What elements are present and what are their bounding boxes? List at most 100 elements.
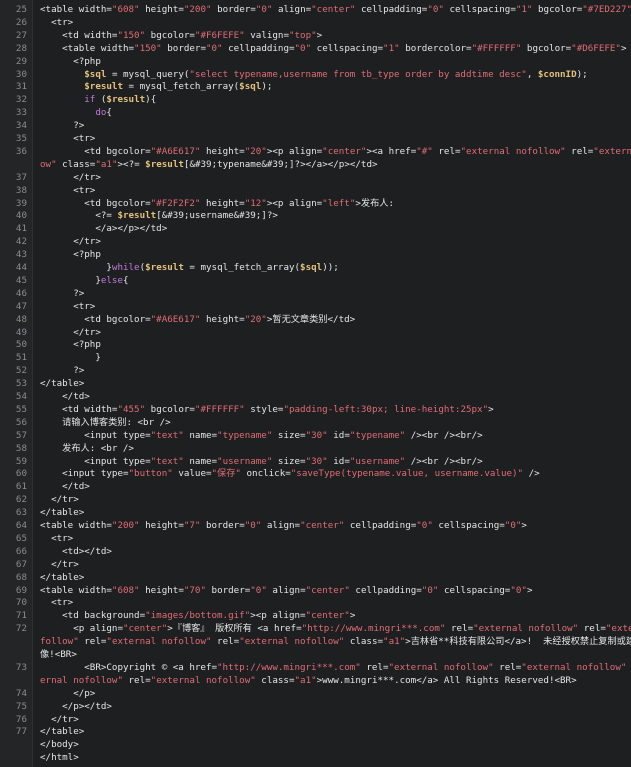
code-line[interactable]: 38 <tr> [0,184,631,197]
code-token: </p></td> [40,700,112,712]
code-token: $result [106,94,146,106]
code-token: "1" [515,4,533,15]
code-line[interactable]: 48 <td bgcolor="#A6E617" height="20">暂无文… [0,313,631,326]
code-line[interactable]: 74 </p> [0,687,631,700]
code-token: /><br /><br/> [405,455,483,467]
code-token: ><p align= [266,197,323,209]
code-line[interactable]: 42 </tr> [0,235,631,248]
code-line[interactable]: 58 发布人: <br /> [0,442,631,455]
code-line[interactable]: </html> [0,751,631,764]
code-line[interactable]: 44 }while($result = mysql_fetch_array($s… [0,261,631,274]
code-token: name= [183,455,218,467]
code-line[interactable]: 51 } [0,351,631,364]
code-line[interactable]: 65 <tr> [0,532,631,545]
line-number: 69 [15,584,27,596]
code-line[interactable]: 61 </td> [0,480,631,493]
code-line[interactable]: 28 <table width="150" border="0" cellpad… [0,42,631,55]
code-line[interactable]: 26 <tr> [0,16,631,29]
code-token: > [488,403,494,415]
code-token: "0" [250,584,267,596]
code-token: >www.mingri***.com</a> All Rights Reserv… [316,674,577,686]
code-line[interactable]: 43 <?php [0,248,631,261]
line-number: 56 [15,416,27,428]
code-text: <table width="150" border="0" cellpaddin… [40,42,626,55]
code-text: </table> [40,571,84,584]
code-line[interactable]: 60 <input type="button" value="保存" oncli… [0,467,631,480]
line-number: 64 [15,520,27,531]
code-line[interactable]: 68 </table> [0,571,631,584]
code-token: [&#39;typename&#39;]?></a></p></td> [183,158,378,170]
code-line[interactable]: 55 <td width="455" bgcolor="#FFFFFF" sty… [0,403,631,416]
code-token: "0" [255,4,273,15]
code-line[interactable]: follow" rel="external nofollow" rel="ext… [0,635,631,648]
code-text: </table> [40,506,84,519]
code-line[interactable]: 33 do{ [0,106,631,119]
code-line[interactable]: 36 <td bgcolor="#A6E617" height="20"><p … [0,145,631,158]
code-line[interactable]: </body> [0,738,631,751]
code-token: ><a href= [366,145,417,157]
code-line[interactable]: 45 }else{ [0,274,631,287]
code-line[interactable]: 69 <table width="608" height="70" border=… [0,584,631,597]
code-line[interactable]: 50 <?php [0,338,631,351]
code-line[interactable]: 52 ?> [0,364,631,377]
code-token: <tr> [40,532,74,544]
code-line[interactable]: 37 </tr> [0,171,631,184]
code-line[interactable]: 73 <BR>Copyright © <a href="http://www.m… [0,661,631,674]
code-line[interactable]: 72 <p align="center">『博客』 版权所有 <a href="… [0,622,631,635]
code-line[interactable]: 63 </table> [0,506,631,519]
line-number: 26 [15,16,27,28]
code-line[interactable]: 像!<BR> [0,648,631,661]
code-line[interactable]: 29 <?php [0,55,631,68]
code-line[interactable]: 30 $sql = mysql_query("select typename,u… [0,68,631,81]
code-token: "200" [111,520,140,531]
code-line[interactable]: 67 </tr> [0,558,631,571]
code-line[interactable]: 64 <table width="200" height="7" border="… [0,519,631,532]
code-line[interactable]: ow" class="a1"><?= $result[&#39;typename… [0,158,631,171]
code-token: "150" [117,29,146,41]
code-line[interactable]: 77 </table> [0,725,631,738]
code-token: rel= [445,623,474,635]
code-line[interactable]: 40 <?= $result[&#39;username&#39;]?> [0,209,631,222]
code-token: "150" [134,42,162,54]
line-number: 72 [15,623,27,635]
line-number: 63 [15,507,27,519]
code-line[interactable]: 49 </tr> [0,326,631,339]
code-line[interactable]: 35 <tr> [0,132,631,145]
code-line[interactable]: 70 <tr> [0,596,631,609]
code-token: <td width= [40,403,118,415]
code-token: $connID [537,68,577,80]
code-token: </tr> [40,713,79,725]
code-line[interactable]: 47 <tr> [0,300,631,313]
code-line[interactable]: 59 <input type="text" name="username" si… [0,455,631,468]
code-line[interactable]: 25 <table width="608" height="200" border… [0,3,631,16]
code-token: "external nofollow" [521,661,627,673]
code-token: <?php [40,339,101,351]
code-line[interactable]: 54 </td> [0,390,631,403]
code-token: bgcolor= [521,42,572,54]
code-line[interactable]: 39 <td bgcolor="#F2F2F2" height="12"><p … [0,197,631,210]
code-line[interactable]: 75 </p></td> [0,700,631,713]
code-line[interactable]: 66 <td></td> [0,545,631,558]
code-line[interactable]: 62 </tr> [0,493,631,506]
code-line[interactable]: 32 if ($result){ [0,93,631,106]
code-line[interactable]: 31 $result = mysql_fetch_array($sql); [0,80,631,93]
code-token: ){ [145,94,157,106]
code-line[interactable]: ernal nofollow" rel="external nofollow" … [0,674,631,687]
code-line[interactable]: 41 </a></p></td> [0,222,631,235]
code-line[interactable]: 76 </tr> [0,713,631,726]
code-editor[interactable]: 25 <table width="608" height="200" border… [0,0,631,767]
code-token: size= [272,429,306,441]
code-line[interactable]: 56 请输入博客类别: <br /> [0,416,631,429]
code-token: = mysql_fetch_array( [183,262,301,273]
code-token: <tr> [40,597,74,609]
code-line[interactable]: 34 ?> [0,119,631,132]
code-line[interactable]: 53 </table> [0,377,631,390]
code-line[interactable]: 46 ?> [0,287,631,300]
code-line[interactable]: 57 <input type="text" name="typename" si… [0,429,631,442]
code-line[interactable]: 27 <td width="150" bgcolor="#F6FEFE" val… [0,29,631,42]
code-token: style= [244,403,284,415]
code-token: </tr> [40,558,79,570]
code-line[interactable]: 71 <td background="images/bottom.gif"><p… [0,609,631,622]
line-number: 68 [15,571,27,583]
code-token: <?php [40,55,101,67]
